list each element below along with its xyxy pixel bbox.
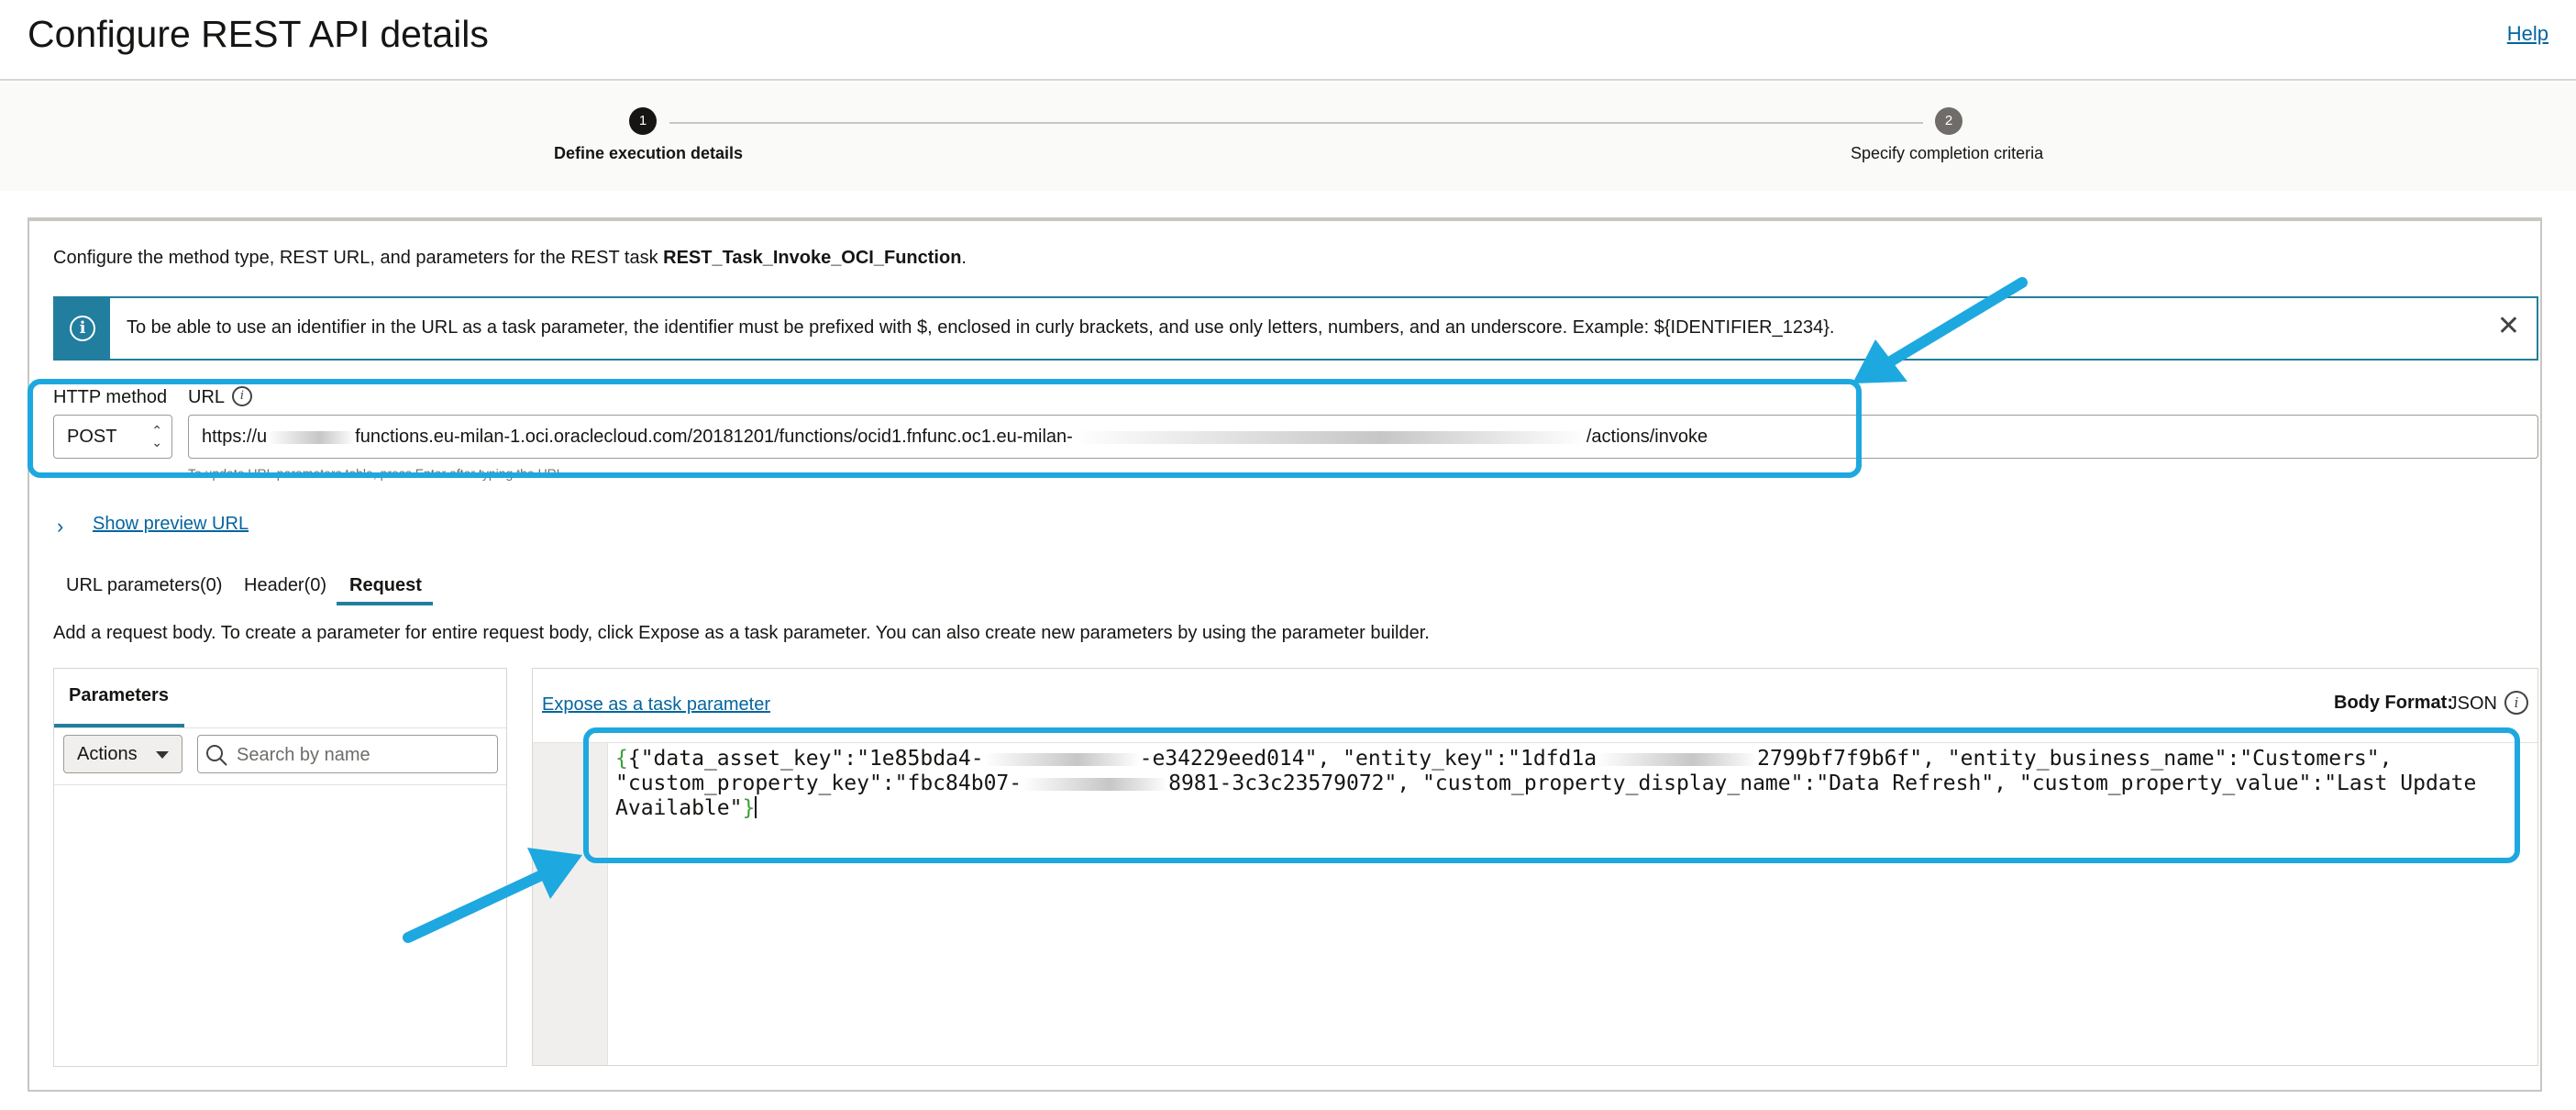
text-cursor (755, 796, 757, 818)
url-helper-text: To update URL parameters table, press En… (188, 466, 568, 481)
info-icon: i (55, 298, 110, 359)
info-banner: i To be able to use an identifier in the… (53, 296, 2538, 361)
divider (54, 727, 506, 728)
show-preview-url-link[interactable]: Show preview URL (93, 514, 249, 535)
request-body-editor[interactable]: {{"data_asset_key":"1e85bda4- -e34229eed0… (615, 747, 2504, 821)
chevron-up-down-icon: ⌃ ⌄ (151, 423, 162, 450)
http-method-select[interactable]: POST ⌃ ⌄ (53, 415, 172, 459)
step-train (0, 83, 2576, 191)
redacted-blur (1022, 777, 1169, 791)
body-format-info-icon[interactable]: i (2504, 691, 2528, 715)
chevron-right-icon[interactable]: › (57, 515, 63, 538)
body-format-value: JSON (2448, 694, 2497, 714)
parameters-panel: Parameters Actions (53, 668, 507, 1067)
step-connector (669, 122, 1923, 124)
http-method-value: POST (67, 427, 117, 447)
editor-gutter (533, 743, 608, 1065)
caret-down-icon (156, 751, 169, 759)
info-banner-text: To be able to use an identifier in the U… (127, 317, 1835, 338)
close-icon[interactable]: ✕ (2497, 313, 2520, 340)
divider (533, 742, 2537, 743)
url-info-icon[interactable]: i (232, 386, 252, 406)
expose-as-task-parameter-link[interactable]: Expose as a task parameter (542, 694, 770, 716)
step-2-label[interactable]: Specify completion criteria (1851, 144, 2043, 163)
search-icon (206, 745, 227, 766)
open-brace: { (615, 747, 628, 771)
actions-menu-button[interactable]: Actions (63, 735, 182, 773)
redacted-blur (983, 752, 1140, 766)
tab-url-parameters[interactable]: URL parameters(0) (66, 575, 222, 596)
parameters-title[interactable]: Parameters (69, 685, 169, 706)
body-format-label: Body Format: (2334, 693, 2453, 713)
url-input[interactable]: https://u functions.eu-milan-1.oci.oracle… (188, 415, 2538, 459)
request-description: Add a request body. To create a paramete… (53, 623, 1430, 643)
http-method-label: HTTP method (53, 387, 168, 407)
redacted-blur (267, 430, 356, 444)
tab-request[interactable]: Request (349, 575, 422, 596)
page-title: Configure REST API details (28, 13, 489, 55)
tab-selected-indicator (337, 602, 433, 605)
request-body-panel: Expose as a task parameter Body Format: … (532, 668, 2538, 1066)
step-2-indicator[interactable]: 2 (1935, 107, 1962, 135)
close-brace: } (742, 796, 756, 820)
redacted-blur (1072, 430, 1587, 444)
help-link[interactable]: Help (2507, 22, 2548, 46)
step-1-label[interactable]: Define execution details (554, 144, 743, 163)
task-name: REST_Task_Invoke_OCI_Function (663, 248, 962, 268)
step-1-indicator[interactable]: 1 (629, 107, 657, 135)
tab-header[interactable]: Header(0) (244, 575, 326, 596)
intro-text: Configure the method type, REST URL, and… (53, 248, 967, 268)
parameter-search-input[interactable] (235, 741, 492, 769)
url-label: URL (188, 387, 226, 407)
parameter-search-box[interactable] (197, 735, 498, 773)
divider (54, 784, 506, 785)
page-header: Configure REST API details Help (0, 0, 2576, 81)
redacted-blur (1597, 752, 1758, 766)
